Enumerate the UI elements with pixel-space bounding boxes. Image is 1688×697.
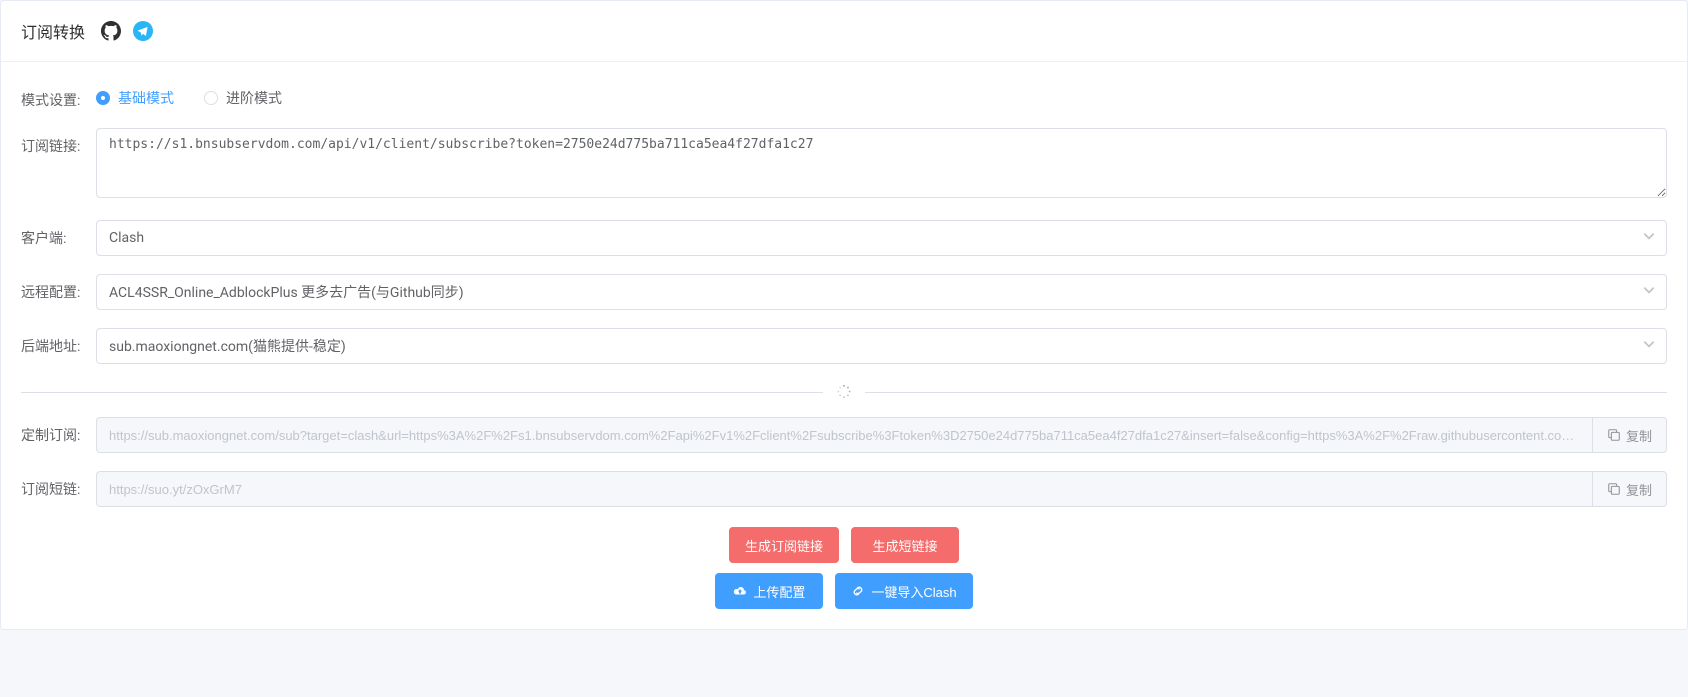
mode-radios: 基础模式 进阶模式 (96, 82, 1667, 108)
remote-select[interactable]: ACL4SSR_Online_AdblockPlus 更多去广告(与Github… (96, 274, 1667, 310)
main-card: 订阅转换 模式设置: 基础模式 进阶模式 (0, 0, 1688, 630)
row-mode: 模式设置: 基础模式 进阶模式 (21, 82, 1667, 110)
backend-select-value: sub.maoxiongnet.com(猫熊提供-稳定) (109, 336, 346, 356)
button-row-2: 上传配置 一键导入Clash (715, 573, 972, 609)
radio-advanced-mode[interactable]: 进阶模式 (204, 88, 282, 108)
button-area: 生成订阅链接 生成短链接 上传配置 一键导入Clash (21, 527, 1667, 609)
btn-label: 上传配置 (753, 582, 805, 601)
label-custom: 定制订阅: (21, 425, 96, 445)
control-remote: ACL4SSR_Online_AdblockPlus 更多去广告(与Github… (96, 274, 1667, 310)
github-icon[interactable] (101, 21, 121, 41)
radio-basic-mode[interactable]: 基础模式 (96, 88, 174, 108)
control-sublink (96, 128, 1667, 202)
remote-select-value: ACL4SSR_Online_AdblockPlus 更多去广告(与Github… (109, 282, 464, 302)
row-remote: 远程配置: ACL4SSR_Online_AdblockPlus 更多去广告(与… (21, 274, 1667, 310)
page-title: 订阅转换 (21, 19, 85, 43)
copy-label: 复制 (1626, 480, 1652, 499)
client-select[interactable]: Clash (96, 220, 1667, 256)
sublink-textarea[interactable] (96, 128, 1667, 198)
radio-advanced-label: 进阶模式 (226, 88, 282, 108)
label-sublink: 订阅链接: (21, 128, 96, 156)
short-input-group: 复制 (96, 471, 1667, 507)
label-backend: 后端地址: (21, 328, 96, 356)
custom-sub-output (96, 417, 1592, 453)
loading-icon (823, 384, 865, 401)
button-row-1: 生成订阅链接 生成短链接 (729, 527, 959, 563)
client-select-value: Clash (109, 230, 144, 246)
label-mode: 模式设置: (21, 82, 96, 110)
chevron-down-icon (1642, 229, 1656, 247)
chevron-down-icon (1642, 337, 1656, 355)
row-client: 客户端: Clash (21, 220, 1667, 256)
copy-short-button[interactable]: 复制 (1592, 471, 1667, 507)
header: 订阅转换 (1, 1, 1687, 62)
btn-label: 生成订阅链接 (745, 536, 823, 555)
copy-icon (1607, 482, 1621, 496)
btn-label: 一键导入Clash (871, 582, 956, 601)
copy-custom-button[interactable]: 复制 (1592, 417, 1667, 453)
radio-basic-label: 基础模式 (118, 88, 174, 108)
chevron-down-icon (1642, 283, 1656, 301)
link-icon (851, 584, 865, 598)
upload-config-button[interactable]: 上传配置 (715, 573, 823, 609)
control-client: Clash (96, 220, 1667, 256)
divider (21, 392, 1667, 393)
generate-short-button[interactable]: 生成短链接 (851, 527, 959, 563)
header-icons (101, 21, 153, 41)
row-short-link: 订阅短链: 复制 (21, 471, 1667, 507)
generate-sub-button[interactable]: 生成订阅链接 (729, 527, 839, 563)
backend-select[interactable]: sub.maoxiongnet.com(猫熊提供-稳定) (96, 328, 1667, 364)
cloud-upload-icon (733, 584, 747, 598)
row-backend: 后端地址: sub.maoxiongnet.com(猫熊提供-稳定) (21, 328, 1667, 364)
row-custom-sub: 定制订阅: 复制 (21, 417, 1667, 453)
control-backend: sub.maoxiongnet.com(猫熊提供-稳定) (96, 328, 1667, 364)
btn-label: 生成短链接 (872, 536, 937, 555)
row-sublink: 订阅链接: (21, 128, 1667, 202)
copy-icon (1607, 428, 1621, 442)
label-remote: 远程配置: (21, 274, 96, 302)
radio-dot-icon (204, 91, 218, 105)
telegram-icon[interactable] (133, 21, 153, 41)
form-body: 模式设置: 基础模式 进阶模式 订阅链接: 客户端: (1, 62, 1687, 629)
label-client: 客户端: (21, 220, 96, 248)
radio-dot-icon (96, 91, 110, 105)
custom-input-group: 复制 (96, 417, 1667, 453)
short-link-output (96, 471, 1592, 507)
label-short: 订阅短链: (21, 479, 96, 499)
import-clash-button[interactable]: 一键导入Clash (835, 573, 972, 609)
copy-label: 复制 (1626, 426, 1652, 445)
